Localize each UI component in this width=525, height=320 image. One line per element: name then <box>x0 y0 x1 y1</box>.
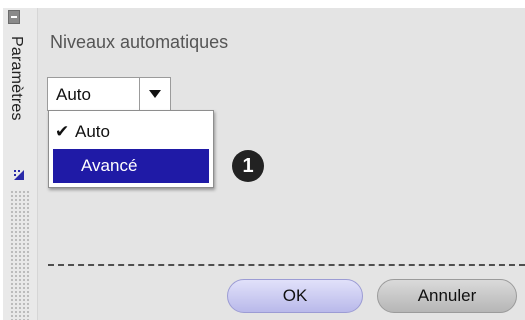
panel-title: Niveaux automatiques <box>50 32 229 52</box>
parameters-tab-label[interactable]: Paramètres <box>7 36 25 121</box>
cancel-button[interactable]: Annuler <box>377 279 517 313</box>
side-strip: Paramètres <box>0 0 38 320</box>
grip-dots[interactable] <box>10 190 30 320</box>
level-mode-dropdown[interactable]: Auto <box>47 77 171 111</box>
callout-number-badge: 1 <box>232 150 264 182</box>
dropdown-selected-value: Auto <box>56 85 91 104</box>
menu-item-label: Avancé <box>81 156 138 175</box>
collapse-button[interactable] <box>8 10 20 24</box>
dropdown-menu: ✔ Auto Avancé <box>48 110 214 188</box>
settings-panel: Niveaux automatiques Auto ✔ Auto Avancé … <box>38 8 525 320</box>
menu-item-advanced[interactable]: Avancé <box>53 149 209 183</box>
triangle-down-icon <box>149 90 161 98</box>
resize-corner-icon[interactable] <box>12 168 26 182</box>
menu-item-label: Auto <box>75 122 110 141</box>
dropdown-arrow-button[interactable] <box>139 78 170 110</box>
callout-number: 1 <box>242 154 254 177</box>
dashed-separator <box>48 264 525 266</box>
menu-item-auto[interactable]: ✔ Auto <box>53 115 209 149</box>
checkmark-icon: ✔ <box>55 122 70 141</box>
ok-button[interactable]: OK <box>227 279 363 313</box>
